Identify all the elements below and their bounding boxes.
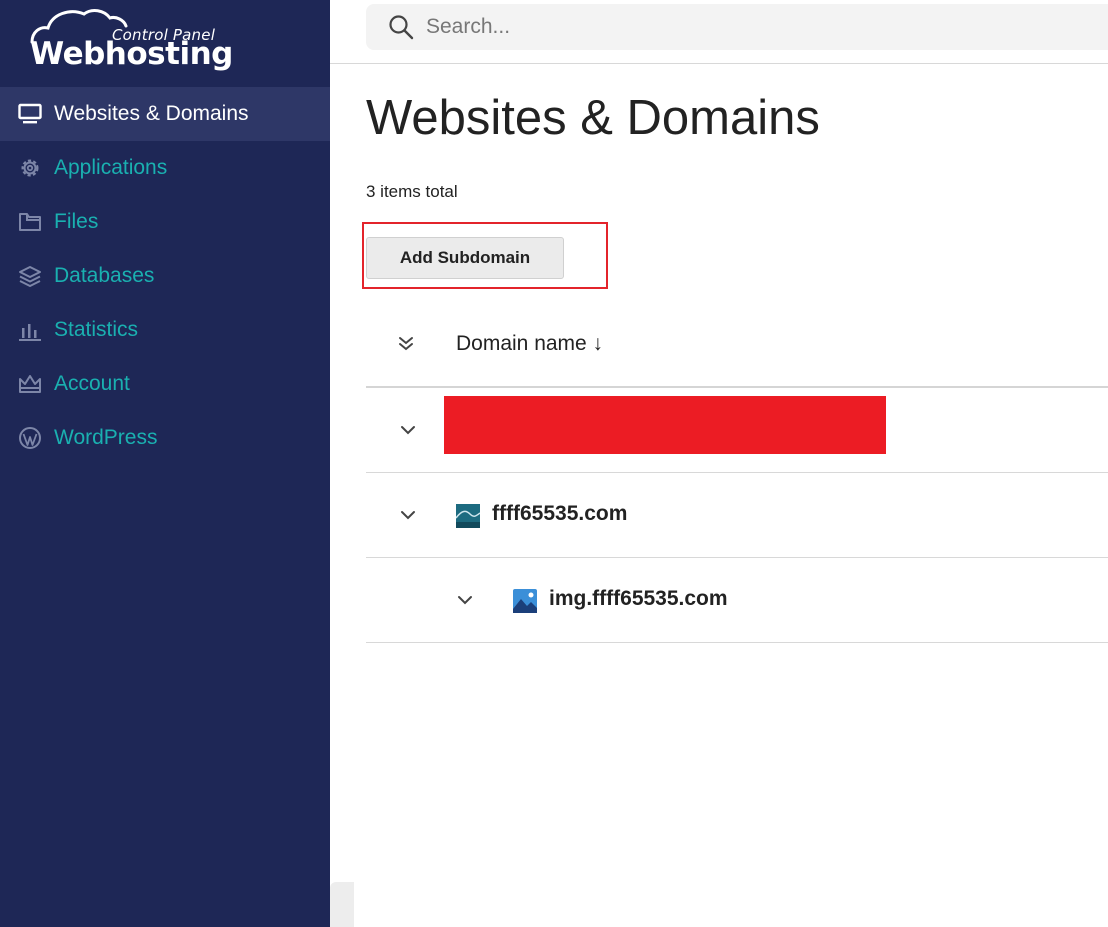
sidebar-nav: Websites & Domains Applications Files Da… (0, 87, 330, 465)
gear-icon (18, 156, 42, 180)
sidebar-item-label: Account (54, 372, 130, 395)
site-thumbnail-icon (456, 504, 480, 528)
webhosting-logo[interactable]: Control Panel Webhosting (28, 6, 233, 76)
sidebar-item-databases[interactable]: Databases (0, 249, 330, 303)
sidebar-item-statistics[interactable]: Statistics (0, 303, 330, 357)
sidebar-item-label: Applications (54, 156, 168, 179)
sidebar-item-label: WordPress (54, 426, 158, 449)
redacted-domain (444, 396, 886, 454)
sidebar-item-websites-domains[interactable]: Websites & Domains (0, 87, 330, 141)
sidebar-item-files[interactable]: Files (0, 195, 330, 249)
domains-table: Domain name ↓ ffff65535.com img.ffff6553… (366, 300, 1108, 643)
search-icon (389, 15, 414, 40)
layers-icon (18, 264, 42, 288)
domain-name[interactable]: ffff65535.com (492, 502, 627, 526)
table-header: Domain name ↓ (366, 300, 1108, 388)
subdomain-name[interactable]: img.ffff65535.com (549, 587, 728, 611)
table-row[interactable]: ffff65535.com (366, 473, 1108, 558)
folder-icon (18, 210, 42, 234)
chevron-down-icon[interactable] (456, 591, 474, 609)
sidebar-item-label: Websites & Domains (54, 102, 249, 125)
bar-chart-icon (18, 318, 42, 342)
items-count: 3 items total (366, 182, 458, 201)
wordpress-icon (18, 426, 42, 450)
image-icon (513, 589, 537, 613)
sidebar-item-applications[interactable]: Applications (0, 141, 330, 195)
table-row[interactable]: img.ffff65535.com (366, 558, 1108, 643)
crown-icon (18, 372, 42, 396)
chevron-down-icon[interactable] (399, 506, 417, 524)
search-box[interactable] (366, 4, 1108, 50)
sidebar-item-label: Files (54, 210, 99, 233)
sidebar-item-label: Databases (54, 264, 155, 287)
logo-title: Webhosting (30, 36, 233, 72)
expand-all-icon[interactable] (396, 334, 416, 354)
column-header-domain-name[interactable]: Domain name ↓ (456, 332, 603, 356)
table-row[interactable] (366, 388, 1108, 473)
top-bar (330, 0, 1108, 64)
page-title: Websites & Domains (366, 91, 820, 145)
search-input[interactable] (426, 15, 1026, 39)
sidebar-item-label: Statistics (54, 318, 139, 341)
add-subdomain-button[interactable]: Add Subdomain (366, 237, 564, 279)
sidebar: Control Panel Webhosting Websites & Doma… (0, 0, 330, 927)
sidebar-item-account[interactable]: Account (0, 357, 330, 411)
sidebar-collapse-handle[interactable] (330, 882, 354, 927)
monitor-icon (18, 102, 42, 126)
sidebar-item-wordpress[interactable]: WordPress (0, 411, 330, 465)
chevron-down-icon[interactable] (399, 421, 417, 439)
